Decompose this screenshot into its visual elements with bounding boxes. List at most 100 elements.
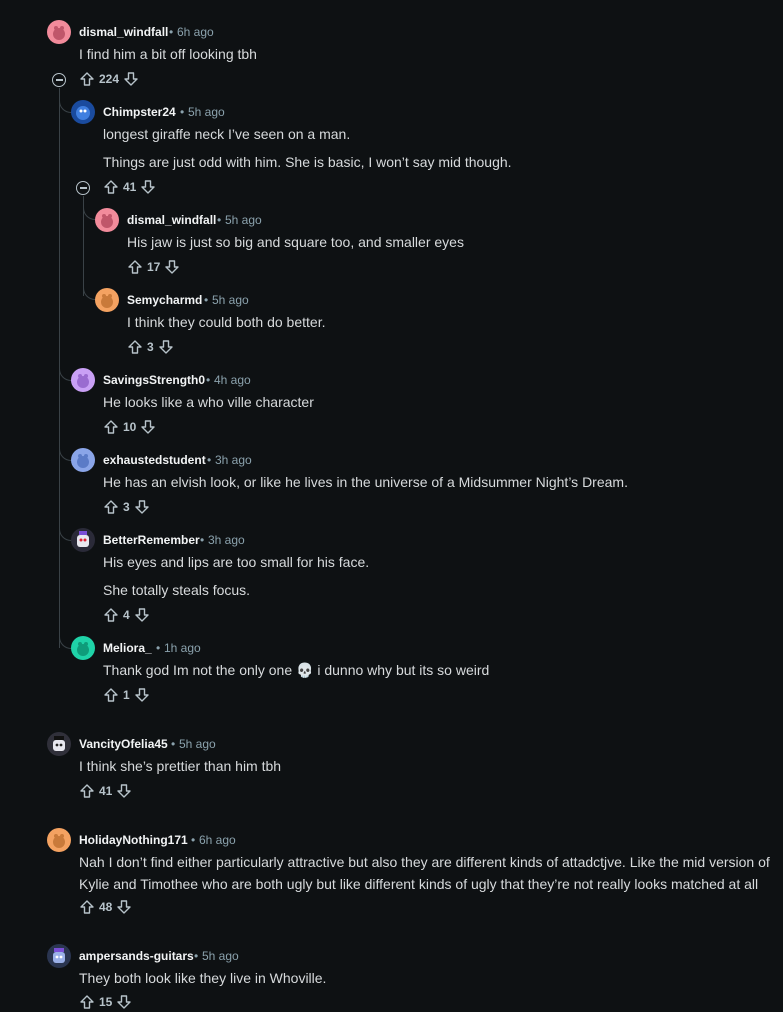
downvote-icon[interactable] [134,607,150,623]
comment-time[interactable]: 5h ago [212,293,249,307]
vote-count: 41 [123,180,137,194]
comment-dot: • [200,533,205,547]
comment-author[interactable]: dismal_windfall [79,25,168,39]
collapse-thread-button[interactable] [76,181,90,195]
avatar[interactable] [71,636,95,660]
comment-author[interactable]: Meliora_ [103,641,152,655]
downvote-icon[interactable] [116,899,132,915]
comment-time[interactable]: 4h ago [214,373,251,387]
downvote-icon[interactable] [164,259,180,275]
upvote-icon[interactable] [79,994,95,1010]
downvote-icon[interactable] [140,419,156,435]
comment-time[interactable]: 5h ago [179,737,216,751]
upvote-icon[interactable] [103,687,119,703]
avatar[interactable] [71,368,95,392]
downvote-icon[interactable] [116,994,132,1010]
comment-body: Things are just odd with him. She is bas… [103,154,512,170]
comment-time[interactable]: 5h ago [202,949,239,963]
downvote-icon[interactable] [116,783,132,799]
avatar[interactable] [47,20,71,44]
comment-dot: • [204,293,209,307]
comment-author[interactable]: exhaustedstudent [103,453,206,467]
comment-author[interactable]: Chimpster24 [103,105,176,119]
comment-author[interactable]: ampersands-guitars [79,949,194,963]
vote-count: 1 [123,688,130,702]
comment-body: I think they could both do better. [127,314,326,330]
downvote-icon[interactable] [123,71,139,87]
downvote-icon[interactable] [134,499,150,515]
collapse-thread-button[interactable] [52,73,66,87]
vote-bar: 17 [127,257,180,277]
comment-author[interactable]: dismal_windfall [127,213,216,227]
comment-time[interactable]: 6h ago [199,833,236,847]
comment-time[interactable]: 3h ago [208,533,245,547]
comment-dot: • [191,833,196,847]
comment-time[interactable]: 5h ago [225,213,262,227]
avatar[interactable] [47,944,71,968]
vote-bar: 1 [103,685,150,705]
comment-time[interactable]: 1h ago [164,641,201,655]
comment-dot: • [207,453,212,467]
comment-body: longest giraffe neck I’ve seen on a man. [103,126,351,142]
comment-body: His jaw is just so big and square too, a… [127,234,464,250]
upvote-icon[interactable] [103,607,119,623]
downvote-icon[interactable] [158,339,174,355]
vote-bar: 4 [103,605,150,625]
vote-bar: 3 [127,337,174,357]
avatar[interactable] [95,208,119,232]
vote-count: 4 [123,608,130,622]
avatar[interactable] [47,732,71,756]
downvote-icon[interactable] [140,179,156,195]
comment-author[interactable]: Semycharmd [127,293,202,307]
comment-author[interactable]: BetterRemember [103,533,200,547]
vote-bar: 224 [79,69,139,89]
comment-body: They both look like they live in Whovill… [79,970,327,986]
upvote-icon[interactable] [79,783,95,799]
upvote-icon[interactable] [103,499,119,515]
vote-bar: 48 [79,897,132,917]
comment-dot: • [156,641,161,655]
comment-author[interactable]: SavingsStrength0 [103,373,205,387]
upvote-icon[interactable] [103,179,119,195]
upvote-icon[interactable] [79,71,95,87]
vote-bar: 15 [79,992,132,1012]
comment-dot: • [180,105,185,119]
vote-count: 3 [147,340,154,354]
avatar[interactable] [71,528,95,552]
comment-time[interactable]: 5h ago [188,105,225,119]
comment-dot: • [206,373,211,387]
comment-dot: • [171,737,176,751]
upvote-icon[interactable] [79,899,95,915]
comment-body: Thank god Im not the only one 💀 i dunno … [103,662,490,678]
vote-bar: 41 [103,177,156,197]
comment-body: She totally steals focus. [103,582,251,598]
comment-body: He looks like a who ville character [103,394,314,410]
vote-bar: 41 [79,781,132,801]
avatar[interactable] [95,288,119,312]
comment-dot: • [217,213,222,227]
upvote-icon[interactable] [127,259,143,275]
comment-time[interactable]: 3h ago [215,453,252,467]
vote-bar: 3 [103,497,150,517]
comment-body: Nah I don’t find either particularly att… [79,854,770,892]
comment-time[interactable]: 6h ago [177,25,214,39]
downvote-icon[interactable] [134,687,150,703]
upvote-icon[interactable] [103,419,119,435]
avatar[interactable] [71,100,95,124]
comment-dot: • [194,949,199,963]
vote-count: 10 [123,420,137,434]
vote-count: 17 [147,260,161,274]
comment-body: I think she’s prettier than him tbh [79,758,282,774]
comment-dot: • [169,25,174,39]
avatar[interactable] [71,448,95,472]
comment-author[interactable]: VancityOfelia45 [79,737,168,751]
vote-count: 3 [123,500,130,514]
vote-count: 48 [99,900,113,914]
comment-author[interactable]: HolidayNothing171 [79,833,188,847]
vote-count: 41 [99,784,113,798]
comment-body: I find him a bit off looking tbh [79,46,257,62]
comment-body: His eyes and lips are too small for his … [103,554,370,570]
upvote-icon[interactable] [127,339,143,355]
vote-bar: 10 [103,417,156,437]
avatar[interactable] [47,828,71,852]
